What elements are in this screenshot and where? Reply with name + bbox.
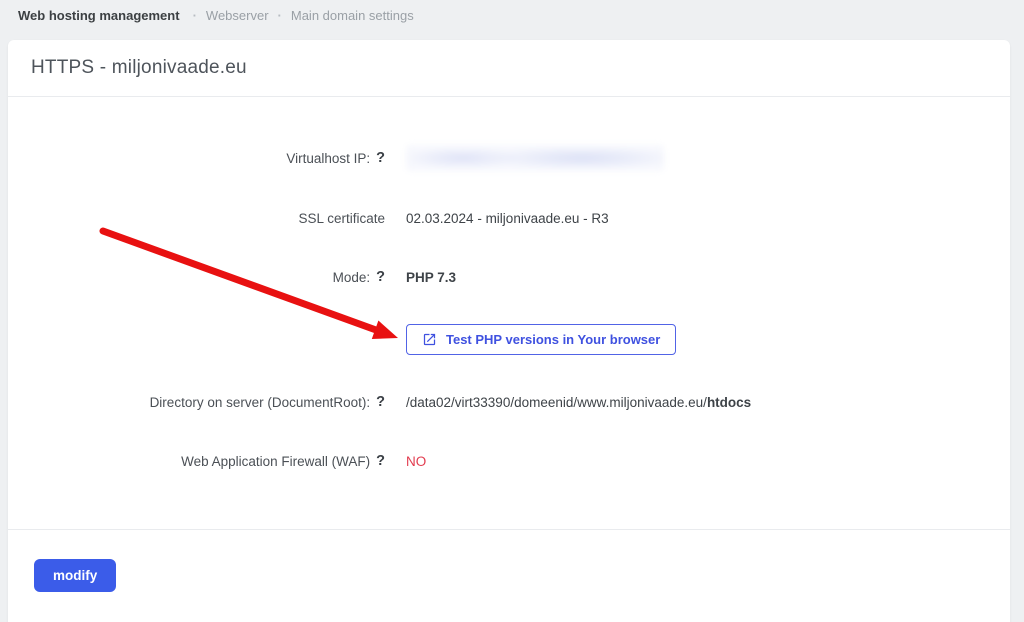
breadcrumb: Web hosting management · Webserver · Mai… xyxy=(0,0,1024,26)
waf-value: NO xyxy=(406,454,426,469)
help-icon[interactable]: ? xyxy=(376,394,385,410)
test-php-versions-label: Test PHP versions in Your browser xyxy=(446,332,660,347)
row-virtualhost-ip: Virtualhost IP: ? xyxy=(8,145,1010,171)
waf-label: Web Application Firewall (WAF) ? xyxy=(8,453,385,469)
card-header: HTTPS - miljonivaade.eu xyxy=(8,40,1010,97)
virtualhost-ip-value-redacted xyxy=(406,145,664,171)
ssl-certificate-value: 02.03.2024 - miljonivaade.eu - R3 xyxy=(406,211,609,226)
ssl-certificate-label: SSL certificate xyxy=(8,211,385,226)
settings-card: HTTPS - miljonivaade.eu Virtualhost IP: … xyxy=(8,40,1010,622)
mode-value: PHP 7.3 xyxy=(406,270,456,285)
row-mode: Mode: ? PHP 7.3 xyxy=(8,265,1010,289)
breadcrumb-link-webserver[interactable]: Webserver xyxy=(206,8,269,23)
page-title: HTTPS - miljonivaade.eu xyxy=(31,57,247,79)
breadcrumb-separator: · xyxy=(193,8,197,23)
test-php-versions-button[interactable]: Test PHP versions in Your browser xyxy=(406,324,676,355)
card-footer: modify xyxy=(8,529,1010,621)
document-root-value: /data02/virt33390/domeenid/www.miljoniva… xyxy=(406,395,751,410)
external-link-icon xyxy=(422,332,437,347)
help-icon[interactable]: ? xyxy=(376,453,385,469)
mode-label: Mode: ? xyxy=(8,269,385,285)
virtualhost-ip-label: Virtualhost IP: ? xyxy=(8,150,385,166)
breadcrumb-current: Web hosting management xyxy=(18,8,180,23)
help-icon[interactable]: ? xyxy=(376,269,385,285)
modify-button[interactable]: modify xyxy=(34,559,116,592)
help-icon[interactable]: ? xyxy=(376,150,385,166)
row-ssl-certificate: SSL certificate 02.03.2024 - miljonivaad… xyxy=(8,206,1010,230)
row-document-root: Directory on server (DocumentRoot): ? /d… xyxy=(8,390,1010,414)
row-php-test: Test PHP versions in Your browser xyxy=(8,324,1010,355)
breadcrumb-link-main-domain-settings[interactable]: Main domain settings xyxy=(291,8,414,23)
breadcrumb-separator: · xyxy=(278,8,282,23)
domain-settings-form: Virtualhost IP: ? SSL certificate 02.03.… xyxy=(8,97,1010,473)
row-waf: Web Application Firewall (WAF) ? NO xyxy=(8,449,1010,473)
document-root-label: Directory on server (DocumentRoot): ? xyxy=(8,394,385,410)
